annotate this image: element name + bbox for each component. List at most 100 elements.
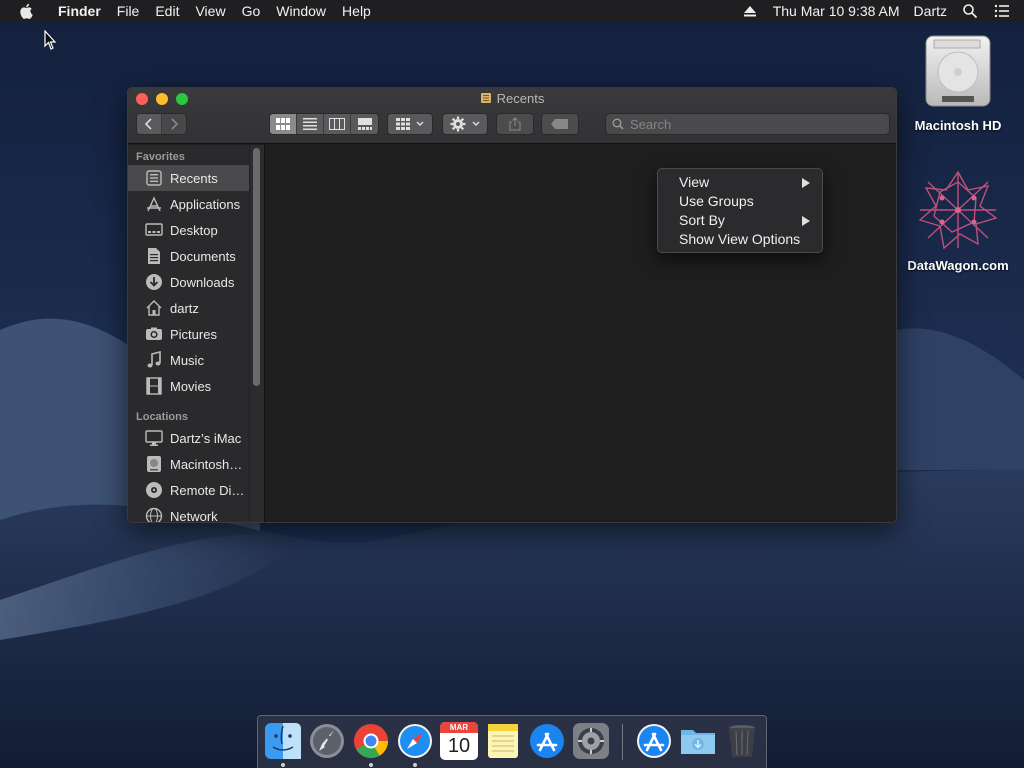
safari-icon[interactable] bbox=[396, 722, 434, 760]
tag-button[interactable] bbox=[541, 113, 579, 135]
menu-view[interactable]: View bbox=[187, 0, 233, 22]
context-menu-item-sort-by[interactable]: Sort By bbox=[658, 211, 822, 230]
sidebar-item-remote-disc[interactable]: Remote Di… bbox=[128, 477, 264, 503]
sidebar: Favorites Recents Applications Desktop D… bbox=[128, 145, 264, 522]
menu-go[interactable]: Go bbox=[234, 0, 269, 22]
view-mode-control bbox=[269, 113, 379, 135]
dock: MAR 10 bbox=[257, 715, 767, 768]
menubar-clock[interactable]: Thu Mar 10 9:38 AM bbox=[766, 3, 907, 19]
finder-icon[interactable] bbox=[264, 722, 302, 760]
sidebar-item-documents[interactable]: Documents bbox=[128, 243, 264, 269]
sidebar-section-locations: Locations bbox=[136, 411, 188, 423]
sidebar-item-macintosh[interactable]: Macintosh… bbox=[128, 451, 264, 477]
sidebar-item-label: Dartz’s iMac bbox=[170, 430, 242, 446]
sidebar-item-applications[interactable]: Applications bbox=[128, 191, 264, 217]
notes-icon[interactable] bbox=[484, 722, 522, 760]
running-indicator bbox=[369, 763, 373, 767]
app-store-icon[interactable] bbox=[528, 722, 566, 760]
group-icon bbox=[396, 118, 410, 130]
action-button[interactable] bbox=[442, 113, 488, 135]
sidebar-item-label: Downloads bbox=[170, 274, 235, 290]
sidebar-item-label: Desktop bbox=[170, 222, 218, 238]
forward-icon bbox=[171, 118, 178, 130]
gallery-view-icon bbox=[357, 118, 372, 130]
menu-help[interactable]: Help bbox=[334, 0, 379, 22]
apple-icon[interactable] bbox=[18, 2, 36, 20]
window-title-text: Recents bbox=[496, 91, 545, 106]
back-button[interactable] bbox=[137, 114, 162, 134]
sidebar-item-music[interactable]: Music bbox=[128, 347, 264, 373]
context-menu-item-view[interactable]: View bbox=[658, 173, 822, 192]
search-field[interactable] bbox=[605, 113, 890, 135]
column-view-button[interactable] bbox=[324, 114, 351, 134]
sidebar-section-favorites: Favorites bbox=[136, 151, 185, 163]
sidebar-item-home[interactable]: dartz bbox=[128, 295, 264, 321]
context-menu-item-show-view-options[interactable]: Show View Options bbox=[658, 230, 822, 249]
home-icon bbox=[146, 300, 162, 316]
context-menu-item-use-groups[interactable]: Use Groups bbox=[658, 192, 822, 211]
sidebar-scrollbar[interactable] bbox=[253, 148, 260, 386]
list-view-icon bbox=[303, 118, 317, 130]
icon-view-button[interactable] bbox=[270, 114, 297, 134]
desktop-icon-datawagon[interactable]: DataWagon.com bbox=[904, 168, 1012, 273]
calendar-month: MAR bbox=[440, 722, 478, 733]
desktop-icon bbox=[145, 223, 163, 236]
context-menu: View Use Groups Sort By Show View Option… bbox=[657, 168, 823, 253]
spotlight-icon[interactable] bbox=[962, 3, 978, 19]
submenu-arrow-icon bbox=[802, 178, 810, 188]
chrome-icon[interactable] bbox=[352, 722, 390, 760]
search-input[interactable] bbox=[630, 116, 880, 132]
documents-icon bbox=[148, 248, 160, 264]
share-button[interactable] bbox=[496, 113, 534, 135]
sidebar-item-desktop[interactable]: Desktop bbox=[128, 217, 264, 243]
sidebar-item-imac[interactable]: Dartz’s iMac bbox=[128, 425, 264, 451]
desktop-icon-macintosh-hd[interactable]: Macintosh HD bbox=[912, 34, 1004, 133]
group-button[interactable] bbox=[387, 113, 433, 135]
menu-edit[interactable]: Edit bbox=[147, 0, 187, 22]
context-menu-label: Sort By bbox=[679, 212, 725, 228]
sidebar-item-network[interactable]: Network bbox=[128, 503, 264, 522]
downloads-folder-icon[interactable] bbox=[679, 722, 717, 760]
running-indicator bbox=[413, 763, 417, 767]
sidebar-item-movies[interactable]: Movies bbox=[128, 373, 264, 399]
eject-icon[interactable] bbox=[742, 3, 758, 19]
sidebar-item-recents[interactable]: Recents bbox=[128, 165, 264, 191]
menu-window[interactable]: Window bbox=[268, 0, 334, 22]
sidebar-item-label: Recents bbox=[170, 170, 218, 186]
sidebar-item-label: Music bbox=[170, 352, 204, 368]
sidebar-item-label: Macintosh… bbox=[170, 456, 243, 472]
imac-icon bbox=[145, 430, 163, 446]
sidebar-item-label: dartz bbox=[170, 300, 199, 316]
window-title: Recents bbox=[128, 91, 896, 106]
sidebar-item-label: Movies bbox=[170, 378, 212, 394]
sidebar-item-pictures[interactable]: Pictures bbox=[128, 321, 264, 347]
chevron-down-icon bbox=[416, 121, 424, 126]
hard-drive-icon bbox=[925, 35, 991, 107]
menu-finder[interactable]: Finder bbox=[50, 0, 109, 22]
datawagon-icon bbox=[918, 170, 998, 250]
trash-icon[interactable] bbox=[723, 722, 761, 760]
dock-separator bbox=[622, 724, 623, 760]
sidebar-item-label: Applications bbox=[170, 196, 241, 212]
menu-bar: Finder File Edit View Go Window Help Thu… bbox=[0, 0, 1024, 22]
list-view-button[interactable] bbox=[297, 114, 324, 134]
sidebar-item-label: Remote Di… bbox=[170, 482, 245, 498]
notification-center-icon[interactable] bbox=[994, 3, 1010, 19]
search-icon bbox=[612, 118, 624, 130]
music-icon bbox=[147, 351, 161, 368]
menubar-user[interactable]: Dartz bbox=[907, 3, 954, 19]
nav-buttons bbox=[136, 113, 187, 135]
chevron-down-icon bbox=[472, 121, 480, 126]
window-titlebar[interactable]: Recents bbox=[128, 88, 896, 144]
recents-icon bbox=[146, 170, 162, 186]
share-icon bbox=[509, 117, 521, 131]
sidebar-item-downloads[interactable]: Downloads bbox=[128, 269, 264, 295]
context-menu-label: Use Groups bbox=[679, 193, 754, 209]
gallery-view-button[interactable] bbox=[351, 114, 378, 134]
app-store-downloads-icon[interactable] bbox=[635, 722, 673, 760]
launchpad-icon[interactable] bbox=[308, 722, 346, 760]
system-preferences-icon[interactable] bbox=[572, 722, 610, 760]
menu-file[interactable]: File bbox=[109, 0, 148, 22]
calendar-icon[interactable]: MAR 10 bbox=[440, 722, 478, 760]
forward-button[interactable] bbox=[161, 114, 186, 134]
